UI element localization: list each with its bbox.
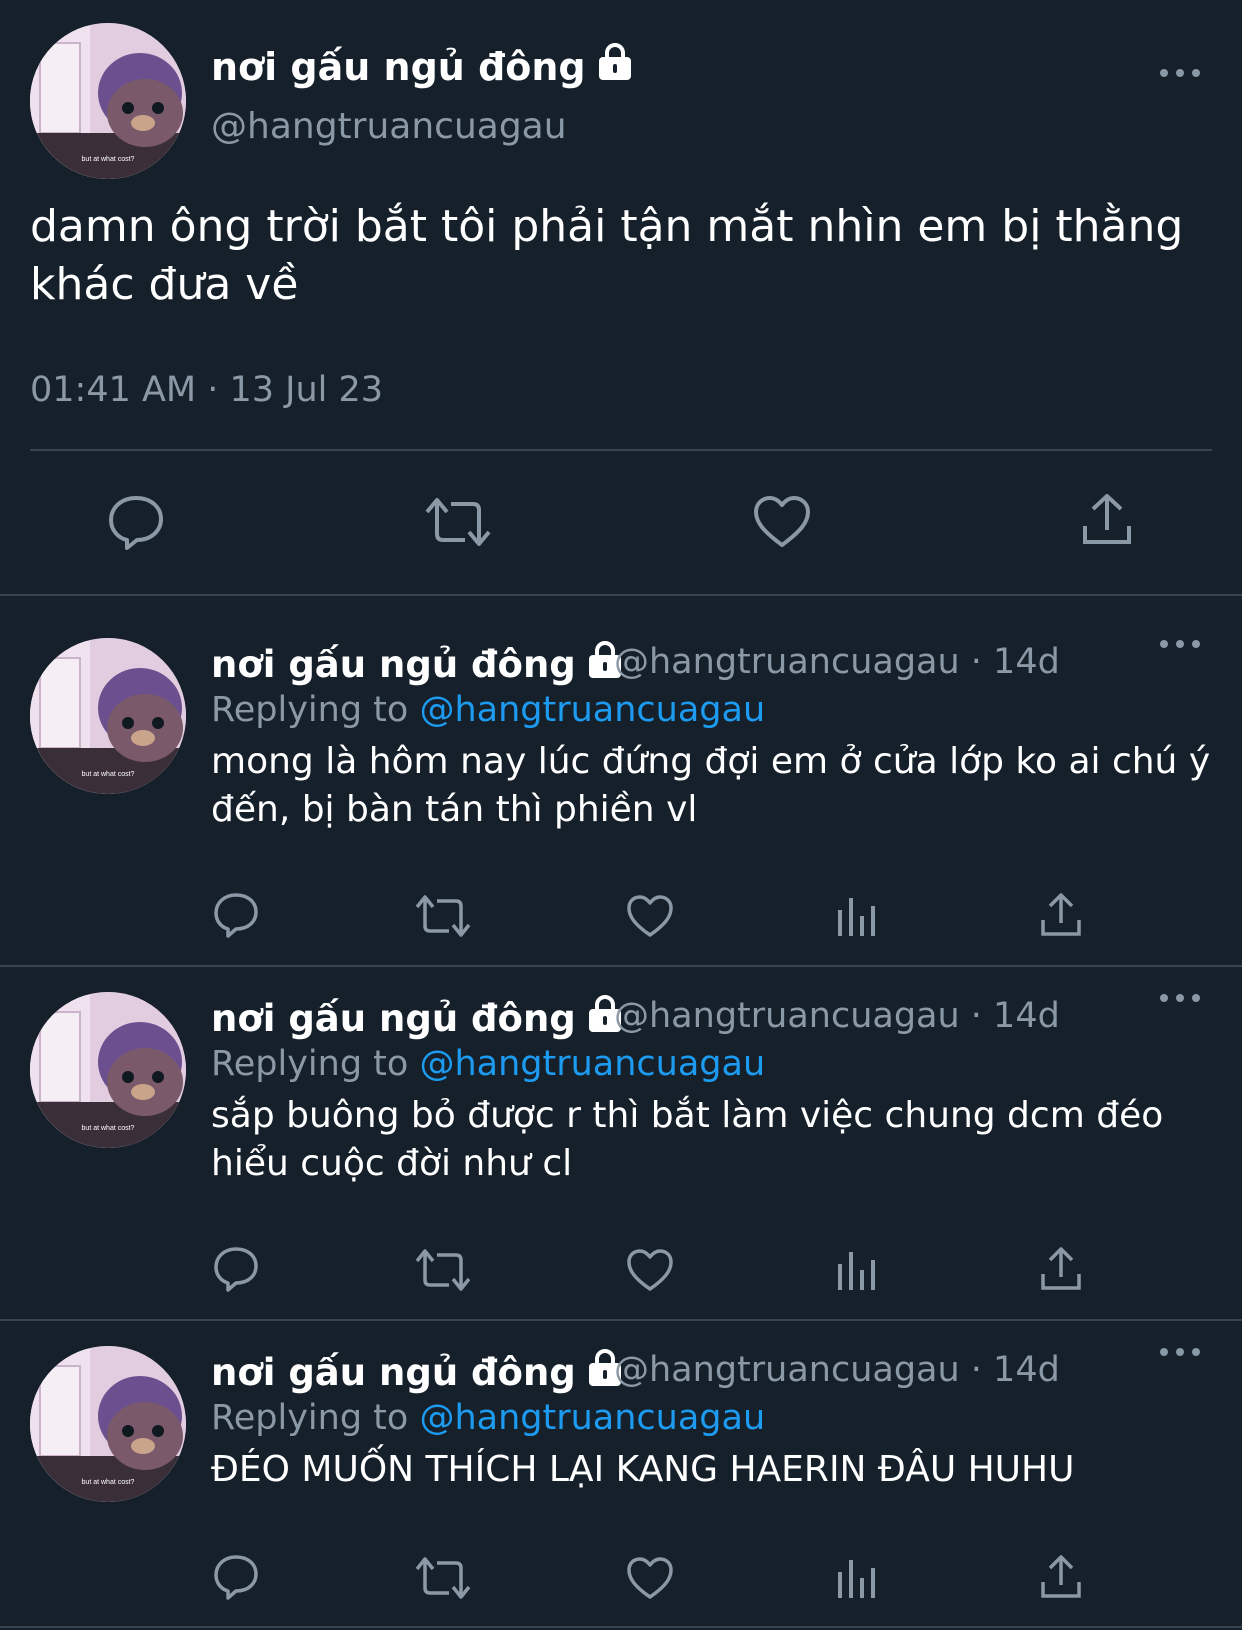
section-divider <box>0 1319 1242 1321</box>
more-options-icon[interactable] <box>1160 988 1200 1008</box>
replying-mention-link[interactable]: @hangtruancuagau <box>419 1398 765 1438</box>
svg-text:but at what cost?: but at what cost? <box>82 771 135 778</box>
avatar-image: but at what cost? <box>30 1346 186 1502</box>
display-name-text: nơi gấu ngủ đông <box>211 44 586 89</box>
avatar[interactable]: but at what cost? <box>30 23 186 179</box>
reply-text: mong là hôm nay lúc đứng đợi em ở cửa lớ… <box>211 741 1211 830</box>
replying-prefix: Replying to <box>211 690 420 730</box>
svg-text:but at what cost?: but at what cost? <box>82 1125 135 1132</box>
avatar-image: but at what cost? <box>30 23 186 179</box>
retweet-icon[interactable] <box>415 1556 471 1600</box>
display-name[interactable]: nơi gấu ngủ đông <box>211 994 624 1043</box>
avatar[interactable]: but at what cost? <box>30 1346 186 1502</box>
reply-text: ĐÉO MUỐN THÍCH LẠI KANG HAERIN ĐÂU HUHU <box>211 1449 1075 1490</box>
avatar-image: but at what cost? <box>30 638 186 794</box>
reply-icon[interactable] <box>213 1554 259 1600</box>
share-icon[interactable] <box>1040 1246 1082 1292</box>
replying-prefix: Replying to <box>211 1044 420 1084</box>
like-icon[interactable] <box>753 495 811 549</box>
replying-mention-link[interactable]: @hangtruancuagau <box>419 1044 765 1084</box>
more-options-icon[interactable] <box>1160 634 1200 654</box>
divider <box>30 449 1212 451</box>
handle[interactable]: @hangtruancuagau <box>211 106 567 147</box>
replying-mention-link[interactable]: @hangtruancuagau <box>419 690 765 730</box>
section-divider <box>0 965 1242 967</box>
timestamp[interactable]: 01:41 AM · 13 Jul 23 <box>30 370 383 410</box>
svg-text:but at what cost?: but at what cost? <box>82 1479 135 1486</box>
like-icon[interactable] <box>626 1248 674 1292</box>
retweet-icon[interactable] <box>415 894 471 938</box>
reply-icon[interactable] <box>213 1246 259 1292</box>
retweet-icon[interactable] <box>415 1248 471 1292</box>
avatar-image: but at what cost? <box>30 992 186 1148</box>
share-icon[interactable] <box>1040 892 1082 938</box>
like-icon[interactable] <box>626 1556 674 1600</box>
more-options-icon[interactable] <box>1160 1342 1200 1362</box>
display-name-text: nơi gấu ngủ đông <box>211 997 576 1040</box>
reply-icon[interactable] <box>107 494 165 550</box>
handle-time[interactable]: @hangtruancuagau · 14d <box>614 1350 1060 1390</box>
handle-time[interactable]: @hangtruancuagau · 14d <box>614 996 1060 1036</box>
avatar[interactable]: but at what cost? <box>30 992 186 1148</box>
share-icon[interactable] <box>1040 1554 1082 1600</box>
more-options-icon[interactable] <box>1160 63 1200 83</box>
display-name[interactable]: nơi gấu ngủ đông <box>211 1348 624 1397</box>
svg-text:but at what cost?: but at what cost? <box>82 156 135 163</box>
display-name[interactable]: nơi gấu ngủ đông <box>211 640 624 689</box>
share-icon[interactable] <box>1081 492 1133 548</box>
display-name-text: nơi gấu ngủ đông <box>211 643 576 686</box>
replying-to: Replying to @hangtruancuagau <box>211 1044 765 1084</box>
views-icon[interactable] <box>835 896 877 938</box>
replying-to: Replying to @hangtruancuagau <box>211 690 765 730</box>
like-icon[interactable] <box>626 894 674 938</box>
display-name[interactable]: nơi gấu ngủ đông <box>211 42 634 91</box>
retweet-icon[interactable] <box>425 496 491 548</box>
tweet-text: damn ông trời bắt tôi phải tận mắt nhìn … <box>30 201 1184 310</box>
main-tweet: but at what cost? nơi gấu ngủ đông @hang… <box>0 0 1242 596</box>
reply-tweet[interactable]: but at what cost? nơi gấu ngủ đông @hang… <box>0 620 1242 966</box>
views-icon[interactable] <box>835 1250 877 1292</box>
reply-text: sắp buông bỏ được r thì bắt làm việc chu… <box>211 1095 1164 1184</box>
reply-tweet[interactable]: but at what cost? nơi gấu ngủ đông @hang… <box>0 1328 1242 1630</box>
lock-icon <box>596 42 634 91</box>
replying-to: Replying to @hangtruancuagau <box>211 1398 765 1438</box>
reply-icon[interactable] <box>213 892 259 938</box>
views-icon[interactable] <box>835 1558 877 1600</box>
section-divider <box>0 594 1242 596</box>
display-name-text: nơi gấu ngủ đông <box>211 1351 576 1394</box>
replying-prefix: Replying to <box>211 1398 420 1438</box>
avatar[interactable]: but at what cost? <box>30 638 186 794</box>
handle-time[interactable]: @hangtruancuagau · 14d <box>614 642 1060 682</box>
section-divider <box>0 1626 1242 1628</box>
reply-tweet[interactable]: but at what cost? nơi gấu ngủ đông @hang… <box>0 974 1242 1320</box>
